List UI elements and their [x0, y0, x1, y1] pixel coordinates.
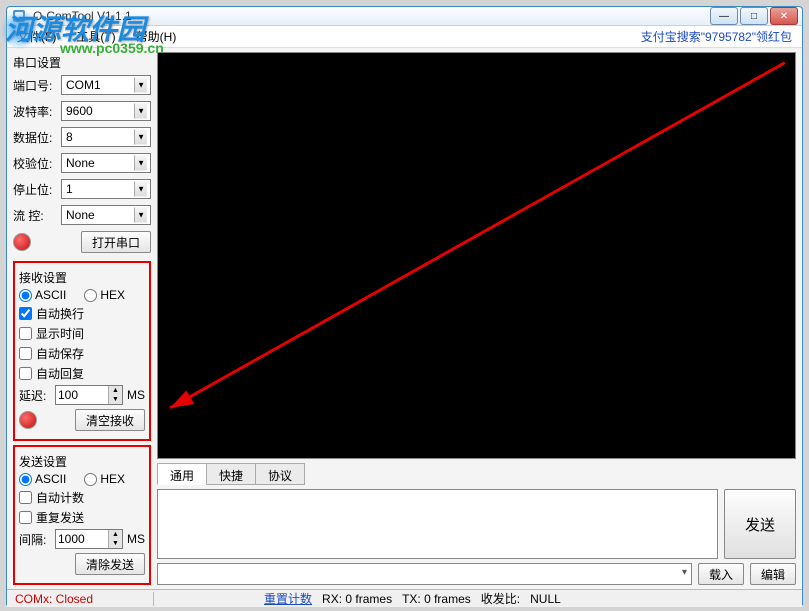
serial-status-led [13, 233, 31, 251]
clear-send-button[interactable]: 清除发送 [75, 553, 145, 575]
status-rx: RX: 0 frames [322, 592, 392, 606]
flowctrl-select[interactable]: None [61, 205, 151, 225]
port-select[interactable]: COM1 [61, 75, 151, 95]
app-window: O-ComTool V1.1.1 — □ ✕ 文件(F) 工具(T) 帮助(H)… [6, 6, 803, 605]
send-hex-label: HEX [100, 472, 125, 486]
baud-label: 波特率: [13, 103, 57, 120]
annotation-arrow [158, 53, 795, 458]
send-ascii-radio[interactable] [19, 473, 32, 486]
tab-general[interactable]: 通用 [157, 463, 207, 485]
send-group-label: 发送设置 [19, 453, 145, 470]
open-port-button[interactable]: 打开串口 [81, 231, 151, 253]
clear-recv-button[interactable]: 清空接收 [75, 409, 145, 431]
alipay-link[interactable]: 支付宝搜索"9795782"领红包 [641, 28, 792, 45]
send-ascii-label: ASCII [35, 472, 66, 486]
close-button[interactable]: ✕ [770, 7, 798, 25]
app-icon [11, 8, 27, 24]
parity-label: 校验位: [13, 155, 57, 172]
status-port: COMx: Closed [15, 592, 154, 606]
recv-group-label: 接收设置 [19, 269, 145, 286]
interval-unit: MS [127, 532, 145, 546]
stop-label: 停止位: [13, 181, 57, 198]
showtime-label: 显示时间 [36, 325, 84, 342]
menu-help[interactable]: 帮助(H) [132, 26, 181, 47]
autoreply-label: 自动回复 [36, 365, 84, 382]
window-title: O-ComTool V1.1.1 [33, 9, 710, 23]
interval-down[interactable]: ▼ [108, 539, 122, 548]
parity-select[interactable]: None [61, 153, 151, 173]
menu-file[interactable]: 文件(F) [13, 26, 60, 47]
data-label: 数据位: [13, 129, 57, 146]
sidebar: 串口设置 端口号:COM1 波特率:9600 数据位:8 校验位:None 停止… [7, 48, 157, 589]
recv-ascii-radio[interactable] [19, 289, 32, 302]
titlebar[interactable]: O-ComTool V1.1.1 — □ ✕ [7, 7, 802, 26]
send-textarea[interactable] [157, 489, 718, 559]
tab-protocol[interactable]: 协议 [255, 463, 305, 485]
stopbits-select[interactable]: 1 [61, 179, 151, 199]
recv-hex-radio[interactable] [84, 289, 97, 302]
showtime-checkbox[interactable] [19, 327, 32, 340]
databits-select[interactable]: 8 [61, 127, 151, 147]
load-button[interactable]: 载入 [698, 563, 744, 585]
delay-up[interactable]: ▲ [108, 386, 122, 395]
delay-down[interactable]: ▼ [108, 395, 122, 404]
status-ratio-label: 收发比: [481, 590, 520, 607]
recv-hex-label: HEX [100, 288, 125, 302]
menubar: 文件(F) 工具(T) 帮助(H) 支付宝搜索"9795782"领红包 [7, 26, 802, 48]
autosave-checkbox[interactable] [19, 347, 32, 360]
baud-select[interactable]: 9600 [61, 101, 151, 121]
autoreply-checkbox[interactable] [19, 367, 32, 380]
statusbar: COMx: Closed 重置计数 RX: 0 frames TX: 0 fra… [7, 589, 802, 607]
autowrap-checkbox[interactable] [19, 307, 32, 320]
repeat-checkbox[interactable] [19, 511, 32, 524]
receive-terminal[interactable] [157, 52, 796, 459]
recv-status-led [19, 411, 37, 429]
autosave-label: 自动保存 [36, 345, 84, 362]
reset-count-link[interactable]: 重置计数 [264, 590, 312, 607]
send-button[interactable]: 发送 [724, 489, 796, 559]
autocount-checkbox[interactable] [19, 491, 32, 504]
interval-label: 间隔: [19, 531, 51, 548]
repeat-label: 重复发送 [36, 509, 84, 526]
send-tabs: 通用 快捷 协议 [157, 463, 796, 485]
history-combo[interactable] [157, 563, 692, 585]
menu-tools[interactable]: 工具(T) [72, 26, 119, 47]
main-area: 通用 快捷 协议 发送 载入 编辑 [157, 48, 802, 589]
delay-label: 延迟: [19, 387, 51, 404]
edit-button[interactable]: 编辑 [750, 563, 796, 585]
interval-up[interactable]: ▲ [108, 530, 122, 539]
status-tx: TX: 0 frames [402, 592, 471, 606]
recv-ascii-label: ASCII [35, 288, 66, 302]
autowrap-label: 自动换行 [36, 305, 84, 322]
port-label: 端口号: [13, 77, 57, 94]
serial-group-label: 串口设置 [13, 54, 151, 71]
send-hex-radio[interactable] [84, 473, 97, 486]
tab-quick[interactable]: 快捷 [206, 463, 256, 485]
autocount-label: 自动计数 [36, 489, 84, 506]
maximize-button[interactable]: □ [740, 7, 768, 25]
delay-unit: MS [127, 388, 145, 402]
minimize-button[interactable]: — [710, 7, 738, 25]
status-ratio-value: NULL [530, 592, 561, 606]
flow-label: 流 控: [13, 207, 57, 224]
